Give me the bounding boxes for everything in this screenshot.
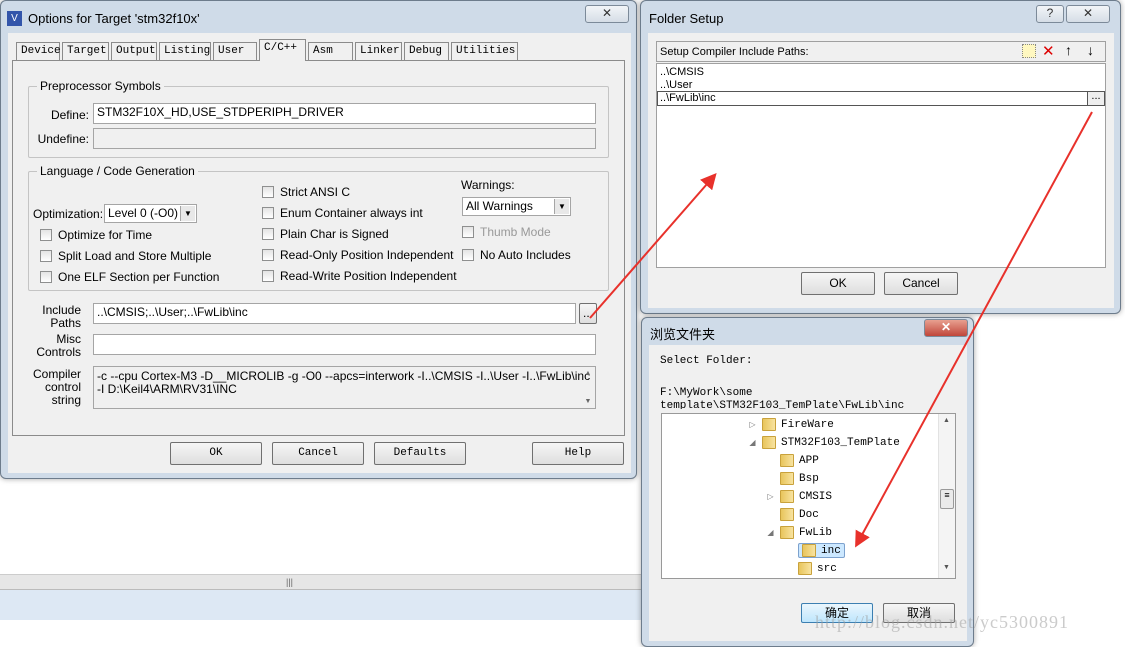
annotation-arrows [589, 111, 1093, 548]
arrow-to-folder-setup [589, 172, 717, 319]
arrow-to-inc-folder [855, 111, 1093, 548]
tab-cc[interactable]: C/C++ [259, 39, 306, 61]
